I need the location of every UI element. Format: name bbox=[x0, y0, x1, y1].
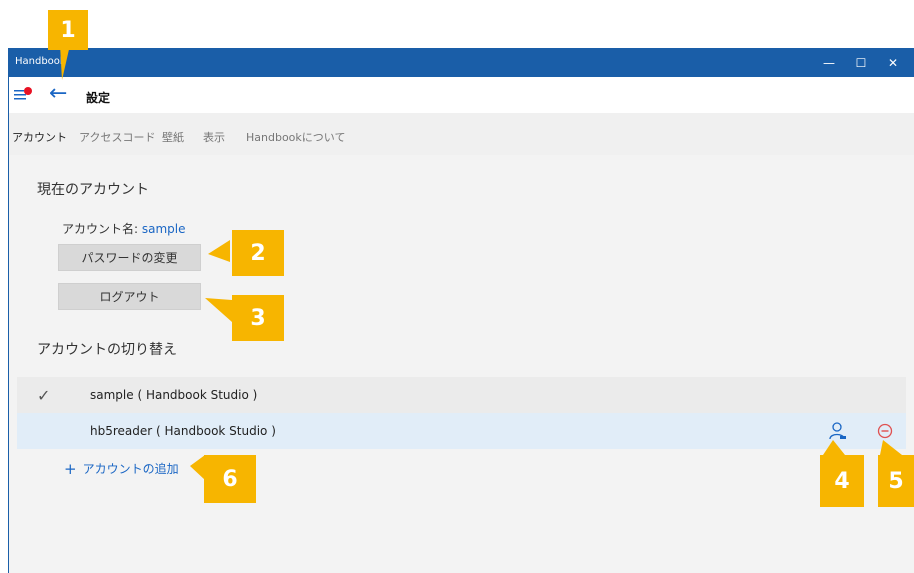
callout-4: 4 bbox=[820, 455, 864, 507]
callout-2: 2 bbox=[232, 230, 284, 276]
callout-6: 6 bbox=[204, 455, 256, 503]
callout-pointers bbox=[60, 45, 902, 480]
callout-5: 5 bbox=[878, 455, 914, 507]
callout-1: 1 bbox=[48, 10, 88, 50]
callout-3: 3 bbox=[232, 295, 284, 341]
